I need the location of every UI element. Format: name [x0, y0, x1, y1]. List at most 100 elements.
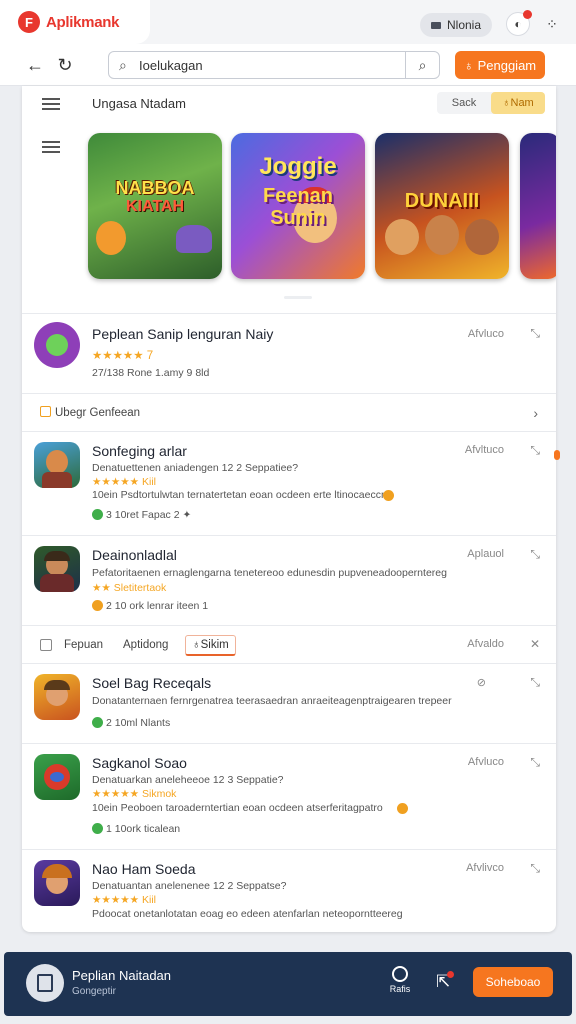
- app-name: Sonfeging arlar: [92, 443, 187, 459]
- install-link[interactable]: Afvltuco: [465, 444, 504, 456]
- segment-option-nam-label: Nam: [510, 97, 534, 109]
- account-pill[interactable]: Nlonia: [420, 13, 492, 37]
- expand-icon[interactable]: ⤡: [530, 675, 540, 690]
- app-meta: 3 10ret Fapac 2 ✦: [92, 509, 191, 521]
- app-name: Nao Ham Soeda: [92, 861, 196, 877]
- primary-cta-button[interactable]: ♁ Penggiam: [455, 51, 545, 79]
- search-input[interactable]: [139, 56, 399, 74]
- app-list-item[interactable]: Sagkanol Soao Denatuarkan aneleheeoe 12 …: [22, 743, 556, 849]
- select-all-checkbox[interactable]: [40, 639, 52, 651]
- search-box: ⌕ ⌕: [108, 51, 440, 79]
- expand-icon[interactable]: ⤡: [530, 861, 540, 876]
- app-name: Soel Bag Receqals: [92, 675, 212, 691]
- avatar-art: [44, 551, 70, 561]
- segment-option-nam[interactable]: ♁ Nam: [491, 92, 545, 114]
- app-list-item[interactable]: Nao Ham Soeda Denatuantan anelenenee 12 …: [22, 849, 556, 932]
- avatar-art: [40, 574, 74, 592]
- app-list-item[interactable]: Sonfeging arlar Denatuettenen aniadengen…: [22, 431, 556, 535]
- download-icon: [92, 717, 103, 728]
- tile-title-line1: Joggie: [259, 153, 337, 180]
- back-arrow-icon[interactable]: ←: [22, 52, 48, 78]
- install-link[interactable]: Afvaldo: [467, 638, 504, 650]
- bottom-action-button[interactable]: Soheboao: [473, 967, 553, 997]
- search-submit-button[interactable]: ⌕: [405, 52, 439, 78]
- carousel-handle[interactable]: [284, 296, 312, 299]
- close-icon[interactable]: ✕: [530, 637, 540, 651]
- character-art: [96, 221, 126, 255]
- featured-game-tile-3[interactable]: DUNAIII: [375, 133, 509, 279]
- character-art: [385, 219, 419, 255]
- segment-control: Sack ♁ Nam: [437, 92, 545, 114]
- app-list-item[interactable]: Soel Bag Receqals Donatanternaen fernrge…: [22, 663, 556, 743]
- rating-stars: ★★★★★ Kiil: [92, 476, 156, 488]
- segment-option-sack[interactable]: Sack: [437, 92, 491, 114]
- featured-game-tile-1[interactable]: NABBOA KIATAH: [88, 133, 222, 279]
- tab-fepuan[interactable]: Fepuan: [64, 639, 103, 651]
- brand-name: Aplikmank: [46, 13, 120, 31]
- globe-button[interactable]: Rafis: [384, 966, 416, 994]
- app-description: Donatanternaen fernrgenatrea teerasaedra…: [92, 695, 452, 707]
- bottom-bar: Peplian Naitadan Gongeptir Rafis ⇱ Soheb…: [4, 952, 572, 1016]
- rating-stars: ★★★★★ Kiil: [92, 894, 156, 906]
- notification-badge: [523, 10, 532, 19]
- app-meta: 27/138 Rone 1.amy 9 8ld: [92, 367, 210, 379]
- reload-icon[interactable]: ↻: [52, 52, 78, 78]
- app-meta-text: 1 10ork ticalean: [106, 823, 181, 835]
- folder-icon: [40, 406, 51, 417]
- expand-icon[interactable]: ⤡: [530, 443, 540, 458]
- app-long-description: 10ein Peoboen taroaderntertian eoan ocde…: [92, 802, 383, 814]
- tab-sikim[interactable]: ♁Sikim: [185, 635, 236, 656]
- app-icon: [34, 754, 80, 800]
- coin-icon: [397, 803, 408, 814]
- app-meta: 2 10ml Nlants: [92, 717, 170, 729]
- filter-menu-icon[interactable]: [42, 141, 60, 153]
- nav-bar: ← ↻ ⌕ ⌕ ♁ Penggiam: [0, 44, 576, 86]
- app-icon: [34, 860, 80, 906]
- expand-icon[interactable]: ⤡: [530, 755, 540, 770]
- apps-grid-icon[interactable]: ⁘: [544, 16, 560, 32]
- featured-game-tile-4[interactable]: [520, 133, 556, 279]
- notification-button[interactable]: ◐: [506, 10, 532, 36]
- app-icon: [34, 442, 80, 488]
- featured-game-tile-2[interactable]: Joggie Feenan Sunin: [231, 133, 365, 279]
- group-header[interactable]: Ubegr Genfeean ›: [22, 393, 556, 431]
- chevron-right-icon[interactable]: ›: [533, 405, 538, 421]
- avatar-art: [50, 772, 64, 782]
- app-meta: 2 10 ork lenrar iteen 1: [92, 600, 208, 612]
- install-link[interactable]: Afvluco: [468, 328, 504, 340]
- tile-title-line1: NABBOA: [115, 178, 195, 198]
- install-link[interactable]: Afvluco: [468, 756, 504, 768]
- app-meta-text: 2 10ml Nlants: [106, 717, 171, 729]
- tile-title-line1: DUNAIII: [404, 190, 480, 212]
- app-description: Denatuantan anelenenee 12 2 Seppatse?: [92, 880, 287, 892]
- brand[interactable]: F Aplikmank: [0, 0, 150, 44]
- group-label: Ubegr Genfeean: [40, 406, 140, 419]
- app-meta: 1 10ork ticalean: [92, 823, 180, 835]
- app-icon: [34, 546, 80, 592]
- share-icon[interactable]: ⇱: [436, 971, 455, 992]
- phone-icon: [46, 334, 68, 356]
- app-long-description: Pdoocat onetanlotatan eoag eo edeen aten…: [92, 908, 403, 920]
- app-name: Peplean Sanip lenguran Naiy: [92, 326, 274, 342]
- bottom-subtitle: Gongeptir: [72, 986, 116, 997]
- account-pill-label: Nlonia: [446, 18, 482, 32]
- install-link[interactable]: Afvlivco: [466, 862, 504, 874]
- card-icon: [430, 21, 441, 29]
- menu-icon[interactable]: [42, 98, 60, 110]
- app-description: Denatuettenen aniadengen 12 2 Seppatiee?: [92, 462, 299, 474]
- primary-cta-label: Penggiam: [477, 57, 537, 73]
- install-link[interactable]: Aplauol: [467, 548, 504, 560]
- avatar-art: [42, 864, 72, 878]
- document-icon[interactable]: [26, 964, 64, 1002]
- app-meta-text: 3 10ret Fapac 2 ✦: [106, 509, 192, 521]
- avatar-art: [46, 450, 68, 474]
- app-list-item[interactable]: Deainonladlal Pefatoritaenen ernaglengar…: [22, 535, 556, 625]
- tab-sikim-label: Sikim: [200, 639, 229, 651]
- scroll-indicator[interactable]: [554, 450, 560, 460]
- featured-app-row[interactable]: Peplean Sanip lenguran Naiy ★★★★★ 7 27/1…: [22, 313, 556, 393]
- character-art: [425, 215, 459, 255]
- expand-icon[interactable]: ⤡: [530, 547, 540, 562]
- tab-aptidong[interactable]: Aptidong: [123, 639, 168, 651]
- expand-icon[interactable]: ⤡: [530, 326, 540, 341]
- favorite-icon[interactable]: ⊘: [477, 676, 486, 689]
